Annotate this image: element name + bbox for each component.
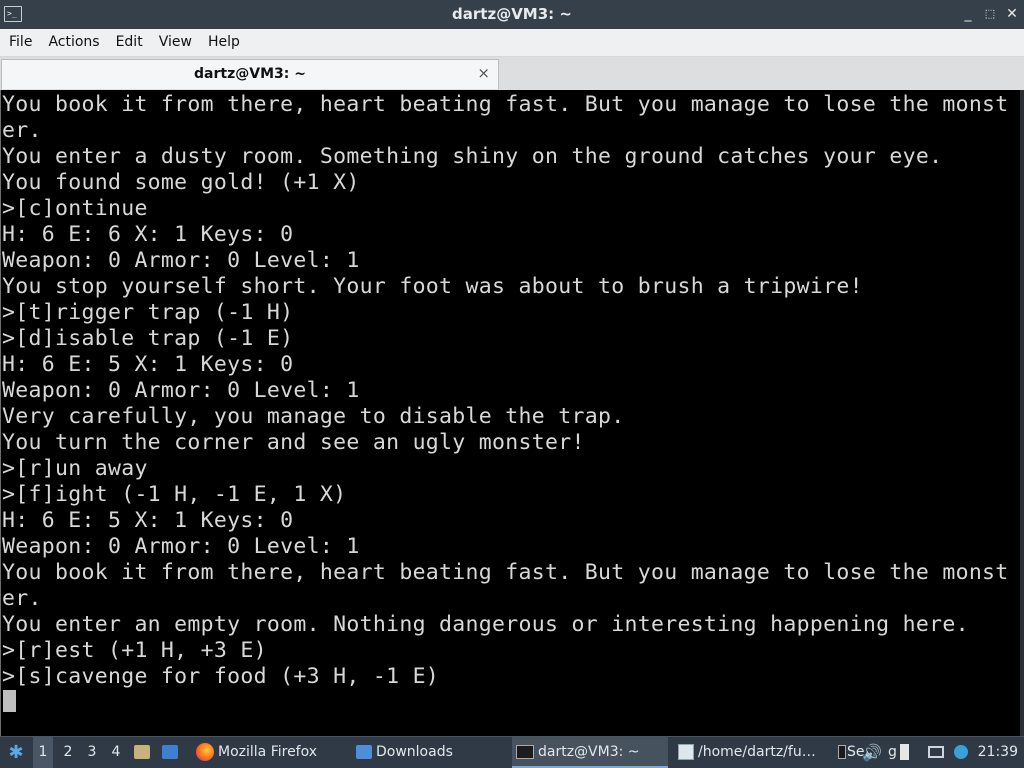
start-menu-icon[interactable]: ✱ <box>4 737 28 768</box>
tab-close-icon[interactable]: × <box>477 64 490 82</box>
tab-terminal[interactable]: dartz@VM3: ~ × <box>1 59 499 89</box>
terminal-line: H: 6 E: 5 X: 1 Keys: 0 <box>2 352 294 377</box>
terminal-view[interactable]: You book it from there, heart beating fa… <box>0 90 1024 736</box>
terminal-line: You book it from there, heart beating fa… <box>2 560 1009 585</box>
window-title: dartz@VM3: ~ <box>452 5 572 23</box>
task-downloads[interactable]: Downloads <box>352 737 508 768</box>
terminal-line: er. <box>2 586 42 611</box>
menu-actions[interactable]: Actions <box>39 29 106 56</box>
terminal-line: You stop yourself short. Your foot was a… <box>2 274 863 299</box>
task-text-editor-label: /home/dartz/fu… <box>698 744 816 760</box>
terminal-line: You turn the corner and see an ugly mons… <box>2 430 585 455</box>
task-terminal-label: dartz@VM3: ~ <box>538 744 640 760</box>
terminal-line: H: 6 E: 6 X: 1 Keys: 0 <box>2 222 294 247</box>
workspace-3[interactable]: 3 <box>82 737 102 768</box>
workspace-4[interactable]: 4 <box>106 737 126 768</box>
terminal-line: You enter a dusty room. Something shiny … <box>2 144 943 169</box>
terminal-line: You found some gold! (+1 X) <box>2 170 360 195</box>
menu-help[interactable]: Help <box>199 29 247 56</box>
tab-bar: dartz@VM3: ~ × <box>0 57 1024 90</box>
terminal-scrollbar[interactable] <box>1020 90 1024 736</box>
task-app-label: g <box>888 744 897 760</box>
network-icon[interactable] <box>928 737 948 768</box>
terminal-icon <box>838 745 846 759</box>
task-text-editor[interactable]: /home/dartz/fu… <box>674 737 836 768</box>
tab-label: dartz@VM3: ~ <box>194 66 306 82</box>
minimize-icon[interactable]: _ <box>958 4 978 24</box>
task-downloads-label: Downloads <box>376 744 453 760</box>
terminal-line: Weapon: 0 Armor: 0 Level: 1 <box>2 534 360 559</box>
terminal-line: >[r]est (+1 H, +3 E) <box>2 638 267 663</box>
clock[interactable]: 21:39 <box>978 737 1018 768</box>
task-app[interactable]: g <box>884 737 920 768</box>
terminal-line: Weapon: 0 Armor: 0 Level: 1 <box>2 248 360 273</box>
menu-edit[interactable]: Edit <box>107 29 150 56</box>
text-editor-icon <box>678 744 694 760</box>
menu-bar: File Actions Edit View Help <box>0 29 1024 57</box>
terminal-line: H: 6 E: 5 X: 1 Keys: 0 <box>2 508 294 533</box>
desktop-launcher-icon[interactable] <box>162 737 182 768</box>
volume-icon[interactable]: 🔊 <box>862 737 882 768</box>
terminal-line: er. <box>2 118 42 143</box>
clipboard-icon <box>899 744 909 760</box>
task-firefox[interactable]: Mozilla Firefox <box>192 737 348 768</box>
task-terminal[interactable]: dartz@VM3: ~ <box>512 737 668 768</box>
task-firefox-label: Mozilla Firefox <box>218 744 318 760</box>
terminal-cursor <box>3 690 16 712</box>
terminal-line: >[t]rigger trap (-1 H) <box>2 300 294 325</box>
terminal-line: >[c]ontinue <box>2 196 148 221</box>
folder-icon <box>356 745 372 759</box>
workspace-1[interactable]: 1 <box>33 737 53 768</box>
terminal-line: >[r]un away <box>2 456 148 481</box>
window-titlebar[interactable]: >_ dartz@VM3: ~ _ ⬚ ✕ <box>0 0 1024 29</box>
firefox-icon <box>196 743 214 761</box>
menu-file[interactable]: File <box>0 29 39 56</box>
workspace-2[interactable]: 2 <box>58 737 78 768</box>
terminal-line: Very carefully, you manage to disable th… <box>2 404 625 429</box>
file-manager-launcher-icon[interactable] <box>134 737 154 768</box>
terminal-line: >[d]isable trap (-1 E) <box>2 326 294 351</box>
terminal-output: You book it from there, heart beating fa… <box>2 92 1009 690</box>
restore-icon[interactable]: ⬚ <box>980 4 1000 24</box>
taskbar: ✱ 1 2 3 4 Mozilla Firefox Downloads dart… <box>0 736 1024 768</box>
menu-view[interactable]: View <box>150 29 199 56</box>
close-icon[interactable]: ✕ <box>1002 4 1022 24</box>
terminal-line: You enter an empty room. Nothing dangero… <box>2 612 969 637</box>
terminal-line: >[s]cavenge for food (+3 H, -1 E) <box>2 664 440 689</box>
terminal-line: You book it from there, heart beating fa… <box>2 92 1009 117</box>
notification-icon[interactable] <box>954 737 972 768</box>
terminal-line: >[f]ight (-1 H, -1 E, 1 X) <box>2 482 347 507</box>
terminal-icon <box>516 745 534 759</box>
terminal-line: Weapon: 0 Armor: 0 Level: 1 <box>2 378 360 403</box>
